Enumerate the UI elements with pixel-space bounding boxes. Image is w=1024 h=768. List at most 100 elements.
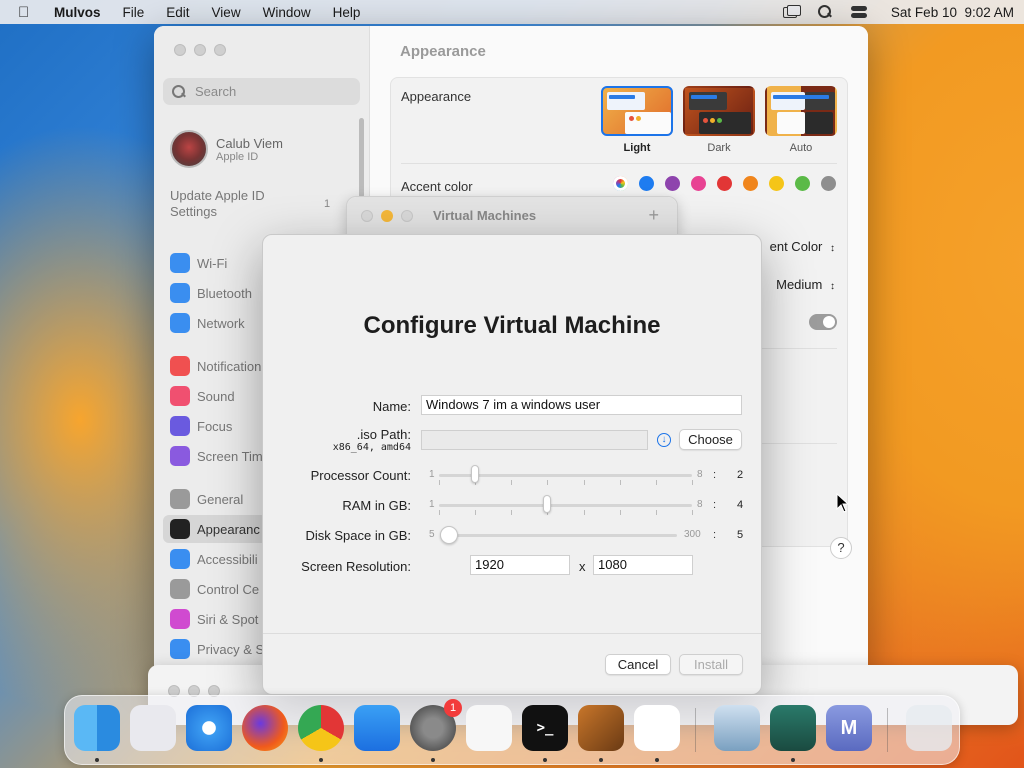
sidebar-item-general[interactable]: General	[170, 488, 243, 510]
slider-tick	[439, 480, 440, 485]
sidebar-item-sound[interactable]: Sound	[170, 385, 235, 407]
resolution-height-field[interactable]: 1080	[593, 555, 693, 575]
guitar-icon[interactable]	[578, 705, 624, 751]
iso-arch-label: x86_64, amd64	[332, 442, 411, 453]
update-apple-id-link[interactable]: Update Apple ID Settings	[170, 188, 290, 220]
spotlight-search-icon[interactable]	[817, 5, 833, 19]
finder-icon[interactable]	[74, 705, 120, 751]
settings-icon[interactable]: 1	[410, 699, 462, 751]
zoom-button[interactable]	[401, 209, 413, 222]
chrome-icon[interactable]	[298, 705, 344, 751]
accent-swatch-1[interactable]	[639, 176, 654, 191]
running-indicator	[599, 758, 603, 762]
sidebar-item-network[interactable]: Network	[170, 312, 245, 334]
dialog-title: Configure Virtual Machine	[363, 312, 661, 339]
app-store-icon[interactable]	[354, 705, 400, 751]
theme-auto[interactable]: Auto	[765, 86, 837, 154]
accent-swatch-8[interactable]	[821, 176, 836, 191]
menu-window[interactable]: Window	[263, 5, 311, 20]
slider-knob[interactable]	[543, 495, 552, 513]
processor-count-label: Processor Count:	[310, 468, 411, 483]
zoom-button[interactable]	[214, 44, 226, 56]
safari-icon[interactable]	[186, 705, 232, 751]
accent-swatch-2[interactable]	[665, 176, 680, 191]
launchpad-icon[interactable]	[130, 705, 176, 751]
slider-knob[interactable]	[471, 465, 480, 483]
menu-app-name[interactable]: Mulvos	[54, 5, 101, 20]
sidebar-item-label: Accessibili	[197, 551, 258, 567]
download-icon[interactable]: ↓	[657, 433, 671, 447]
accent-swatch-0[interactable]	[613, 176, 628, 191]
sidebar-item-privacy-s[interactable]: Privacy & S	[170, 638, 264, 660]
update-count-badge: 1	[324, 198, 331, 210]
running-indicator	[543, 758, 547, 762]
sidebar-item-screen-tim[interactable]: Screen Tim	[170, 445, 263, 467]
name-field[interactable]: Windows 7 im a windows user	[421, 395, 742, 415]
apple-id-user[interactable]: Calub Viem Apple ID	[170, 130, 283, 168]
help-button[interactable]: ?	[830, 537, 852, 559]
archive-icon[interactable]	[770, 705, 816, 751]
ram-slider[interactable]	[439, 495, 693, 515]
sidebar-icon-size-select[interactable]: Medium ↕	[776, 277, 835, 292]
minimize-button[interactable]	[381, 209, 393, 222]
control-center-icon[interactable]	[850, 5, 867, 19]
sidebar-item-label: Control Ce	[197, 581, 260, 597]
install-button[interactable]: Install	[679, 654, 743, 675]
minimize-button[interactable]	[194, 44, 206, 56]
running-indicator	[791, 758, 795, 762]
sidebar-item-accessibili[interactable]: Accessibili	[170, 548, 258, 570]
sidebar-item-notification[interactable]: Notification	[170, 355, 261, 377]
toggle-switch[interactable]	[809, 314, 837, 330]
notification-badge: 1	[444, 699, 462, 717]
slider-tick	[655, 480, 657, 485]
dock-glyph: M	[840, 716, 858, 739]
trash-icon[interactable]	[906, 705, 952, 751]
theme-dark[interactable]: Dark	[683, 86, 755, 154]
accent-swatch-4[interactable]	[717, 176, 732, 191]
close-button[interactable]	[174, 44, 186, 56]
sidebar-search[interactable]: Search	[163, 78, 360, 105]
screen-mirroring-icon[interactable]	[782, 5, 801, 19]
preview-icon[interactable]	[714, 705, 760, 751]
accent-swatch-5[interactable]	[743, 176, 758, 191]
add-vm-button[interactable]: +	[648, 205, 659, 226]
slider-tick	[583, 510, 585, 515]
vscode-icon[interactable]	[634, 705, 680, 751]
menu-clock[interactable]: Sat Feb 10 9:02 AM	[891, 5, 1014, 20]
sidebar-item-focus[interactable]: Focus	[170, 415, 232, 437]
disk-slider[interactable]	[440, 526, 677, 544]
wifi-icon	[170, 253, 190, 273]
menu-view[interactable]: View	[212, 5, 241, 20]
terminal-icon[interactable]: >_	[522, 705, 568, 751]
sidebar-item-control-ce[interactable]: Control Ce	[170, 578, 259, 600]
sidebar-item-bluetooth[interactable]: Bluetooth	[170, 282, 252, 304]
accent-swatch-3[interactable]	[691, 176, 706, 191]
apple-menu-icon[interactable]: 	[18, 4, 42, 21]
processor-value: 2	[737, 469, 744, 481]
disk-value: 5	[737, 529, 744, 541]
menu-bar:  Mulvos File Edit View Window Help Sat …	[0, 0, 1024, 24]
slider-knob[interactable]	[440, 526, 458, 544]
highlight-color-select[interactable]: ent Color ↕	[770, 239, 835, 254]
ram-colon: :	[713, 499, 717, 511]
iso-path-field[interactable]	[421, 430, 648, 450]
menu-help[interactable]: Help	[333, 5, 361, 20]
sidebar-scrollbar[interactable]	[359, 118, 364, 198]
accent-swatch-6[interactable]	[769, 176, 784, 191]
cancel-button[interactable]: Cancel	[605, 654, 671, 675]
resolution-width-field[interactable]: 1920	[470, 555, 570, 575]
menu-edit[interactable]: Edit	[166, 5, 189, 20]
sidebar-item-siri-spot[interactable]: Siri & Spot	[170, 608, 258, 630]
textedit-icon[interactable]	[466, 705, 512, 751]
theme-light[interactable]: Light	[601, 86, 673, 154]
running-indicator	[431, 758, 435, 762]
menu-file[interactable]: File	[123, 5, 145, 20]
sidebar-item-wi-fi[interactable]: Wi-Fi	[170, 252, 227, 274]
mulvos-icon[interactable]: M	[826, 705, 872, 751]
search-placeholder: Search	[195, 84, 237, 99]
close-button[interactable]	[361, 209, 373, 222]
choose-button[interactable]: Choose	[679, 429, 742, 450]
accent-swatch-7[interactable]	[795, 176, 810, 191]
firefox-icon[interactable]	[242, 705, 288, 751]
processor-slider[interactable]	[439, 465, 693, 485]
